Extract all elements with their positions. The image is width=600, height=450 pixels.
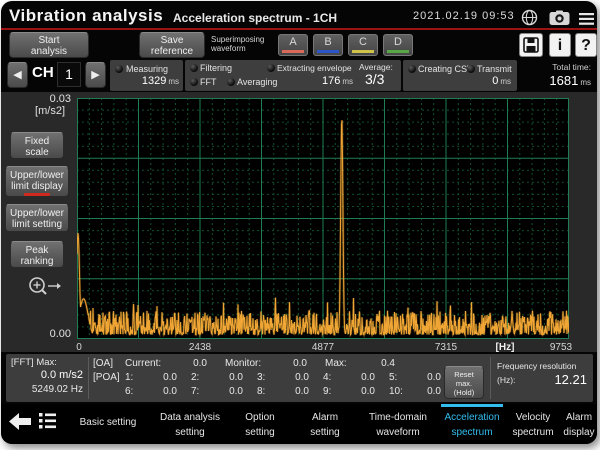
menu-list-icon[interactable] — [39, 412, 56, 434]
x-tick-3: 7315 — [434, 342, 458, 353]
creating-csv-led — [408, 65, 416, 73]
y-axis-min-label: 0.00 — [49, 328, 71, 340]
average-count: 3/3 — [365, 71, 385, 87]
x-tick-0: 0 — [76, 342, 82, 353]
reset-max-button[interactable]: Reset max. (Hold) — [444, 366, 484, 399]
measurement-info-panel: [FFT] Max: 0.0 m/s2 5249.02 Hz [OA] Curr… — [6, 354, 593, 402]
waveform-d-button[interactable]: D — [383, 34, 413, 56]
channel-next-button[interactable]: ▶ — [85, 62, 106, 88]
header-divider — [1, 28, 597, 30]
tab-option-setting[interactable]: Option setting — [227, 404, 293, 444]
x-tick-1: 2438 — [188, 342, 212, 353]
start-analysis-button[interactable]: Start analysis — [9, 32, 89, 58]
tab-alarm-display[interactable]: Alarm display — [561, 404, 597, 444]
save-reference-button[interactable]: Save reference — [139, 32, 205, 58]
panel-divider — [88, 357, 89, 399]
oa-row: [OA] Current: 0.0 Monitor: 0.0 Max: 0.4 — [93, 358, 395, 369]
channel-prev-button[interactable]: ◀ — [7, 62, 28, 88]
panel-divider — [490, 357, 491, 399]
waveform-underline — [282, 50, 304, 53]
measuring-led — [115, 65, 123, 73]
channel-label: CH — [32, 64, 54, 81]
filtering-led — [190, 64, 198, 72]
spectrum-chart — [75, 98, 571, 340]
measuring-panel: Measuring 1329 ms — [110, 60, 183, 91]
waveform-b-button[interactable]: B — [313, 34, 343, 56]
datetime: 2021.02.19 09:53 — [413, 10, 515, 22]
limit-display-active-bar — [24, 193, 50, 196]
fft-max-frequency: 5249.02 Hz — [31, 384, 83, 395]
fft-max-block: [FFT] Max: 0.0 m/s2 5249.02 Hz — [11, 357, 83, 395]
frequency-resolution-block: Frequency resolution (Hz): 12.21 — [497, 361, 587, 387]
waveform-a-button[interactable]: A — [278, 34, 308, 56]
fixed-scale-button[interactable]: Fixed scale — [10, 132, 64, 159]
peak-ranking-button[interactable]: Peak ranking — [10, 241, 64, 268]
total-time: Total time: 1681 ms — [549, 62, 591, 88]
extracting-led — [267, 64, 275, 72]
superimposing-waveform-label: Superimposing waveform — [211, 35, 265, 53]
info-icon[interactable]: i — [549, 33, 571, 57]
y-axis-max-label: 0.03 — [49, 93, 71, 105]
fft-led — [190, 78, 198, 86]
channel-value: 1 — [57, 62, 81, 87]
x-axis-unit-label: [Hz] — [495, 342, 515, 353]
tab-velocity-spectrum[interactable]: Velocity spectrum — [505, 404, 561, 444]
processing-panel: Filtering FFT Averaging Extracting envel… — [185, 60, 401, 91]
poa-row-2: 6: 0.0 7: 0.0 8: 0.0 9: 0.0 10: 0.0 — [125, 386, 441, 397]
poa-row-1: [POA] 1: 0.0 2: 0.0 3: 0.0 4: 0.0 5: 0.0 — [93, 372, 441, 383]
transmit-led — [467, 65, 475, 73]
x-tick-2: 4877 — [311, 342, 335, 353]
tab-time-domain-waveform[interactable]: Time-domain waveform — [357, 404, 439, 444]
tab-basic-setting[interactable]: Basic setting — [63, 404, 153, 444]
analyzer-screen: Vibration analysis Acceleration spectrum… — [1, 1, 597, 444]
zoom-x-icon[interactable] — [27, 276, 61, 305]
tab-alarm-setting[interactable]: Alarm setting — [293, 404, 357, 444]
waveform-underline — [317, 50, 339, 53]
output-panel: Creating CSV Transmit 0 ms — [403, 60, 517, 91]
averaging-led — [227, 78, 235, 86]
fft-max-value: 0.0 m/s2 — [40, 369, 83, 381]
frequency-resolution-value: 12.21 — [554, 372, 587, 387]
x-tick-4: 9753 — [549, 342, 573, 353]
back-icon[interactable] — [9, 413, 31, 435]
save-file-icon[interactable] — [519, 33, 543, 57]
waveform-underline — [352, 50, 374, 53]
screenshot-stage: Vibration analysis Acceleration spectrum… — [0, 0, 600, 450]
page-title: Acceleration spectrum - 1CH — [173, 11, 338, 25]
limit-setting-button[interactable]: Upper/lower limit setting — [5, 204, 69, 232]
tab-data-analysis-setting[interactable]: Data analysis setting — [153, 404, 227, 444]
limit-display-button[interactable]: Upper/lower limit display — [5, 166, 69, 197]
help-icon[interactable]: ? — [575, 33, 597, 57]
y-axis-unit-label: [m/s2] — [35, 105, 65, 117]
waveform-c-button[interactable]: C — [348, 34, 378, 56]
tab-acceleration-spectrum[interactable]: Acceleration spectrum — [439, 404, 505, 444]
app-title: Vibration analysis — [9, 6, 164, 25]
waveform-underline — [387, 50, 409, 53]
